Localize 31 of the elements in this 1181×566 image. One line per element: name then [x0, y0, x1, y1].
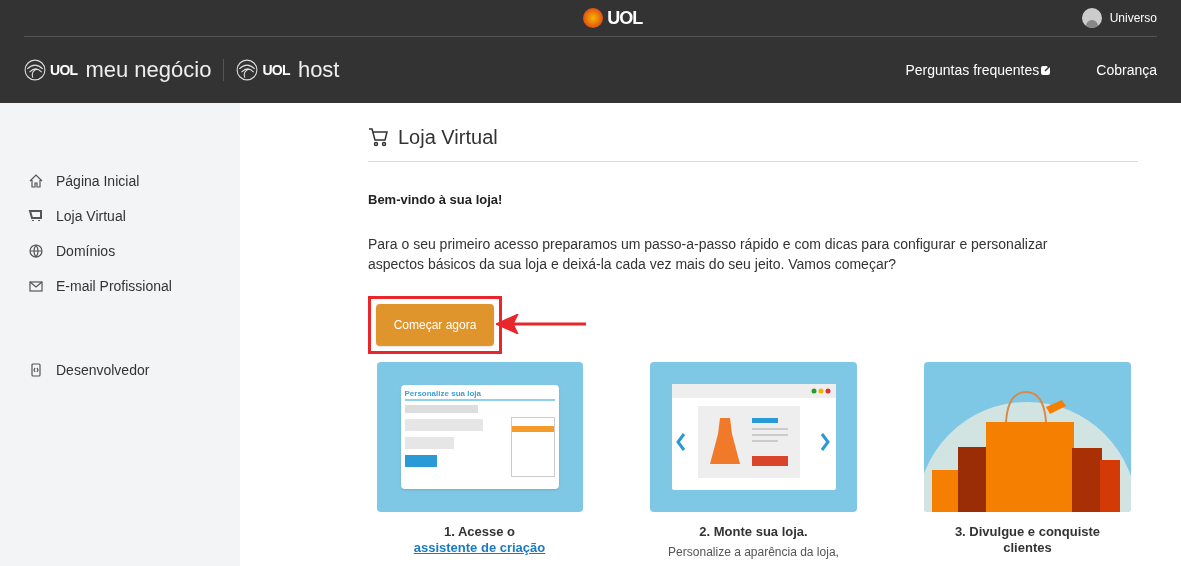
brand-name[interactable]: meu negócio	[85, 59, 212, 81]
cart-icon	[28, 207, 44, 224]
cart-icon	[368, 127, 390, 147]
illustration-title: Personalize sua loja	[404, 388, 555, 401]
uol-logo[interactable]: UOL	[607, 4, 643, 32]
user-name[interactable]: Universo	[1109, 10, 1157, 26]
page-title: Loja Virtual	[398, 125, 498, 150]
brand-name[interactable]: host	[297, 59, 340, 81]
brand-logo[interactable]: UOL	[262, 60, 290, 80]
avatar-icon	[1081, 8, 1102, 28]
nav-link[interactable]: Cobrança	[1096, 60, 1157, 80]
globe-logo-icon	[24, 59, 46, 81]
welcome-heading: Bem-vindo à sua loja!	[368, 191, 504, 209]
globe-logo-icon	[236, 59, 259, 81]
sidebar-item[interactable]: Domínios	[28, 233, 240, 268]
sidebar-item[interactable]: Desenvolvedor	[28, 352, 240, 387]
home-icon	[28, 172, 44, 189]
preview-panel-drawing	[510, 416, 555, 477]
step-description: Personalize a aparência da loja,	[668, 543, 839, 560]
brand-logo[interactable]: UOL	[50, 60, 78, 80]
step-caption: 1. Acesse o assistente de criação	[412, 523, 547, 556]
sidebar-item[interactable]: Página Inicial	[28, 163, 240, 198]
sidebar-item[interactable]: E-mail Profissional	[28, 268, 240, 303]
globe-icon	[28, 242, 44, 259]
code-icon	[28, 361, 44, 378]
sidebar-item[interactable]: Loja Virtual	[28, 198, 240, 233]
nav-link[interactable]: Perguntas frequentes	[905, 60, 1053, 80]
wizard-link[interactable]: assistente de criação	[413, 539, 546, 555]
intro-paragraph: Para o seu primeiro acesso preparamos um passo-a-passo rápido e com dicas para configurar e personalizar aspectos básicos da sua loja e deixá-la cada vez mais do seu jeito. Vamos começar?	[368, 234, 1049, 274]
step-caption: 3. Divulgue e conquiste clientes	[953, 523, 1102, 556]
step-caption: 2. Monte sua loja.	[698, 523, 809, 540]
